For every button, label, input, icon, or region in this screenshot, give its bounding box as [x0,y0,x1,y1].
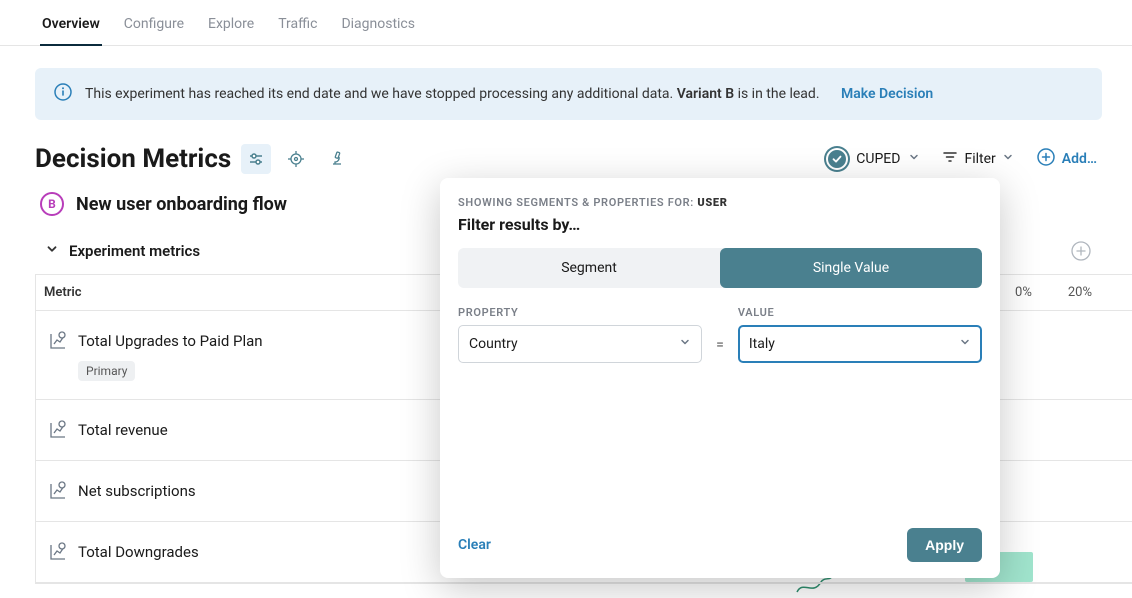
property-label: PROPERTY [458,306,702,319]
chevron-down-icon [959,336,971,352]
metric-name: Total Upgrades to Paid Plan [78,332,263,350]
mode-single-value[interactable]: Single Value [720,248,982,288]
equals-sign: = [716,337,724,363]
metric-icon [48,481,68,501]
chevron-down-icon [1002,151,1014,167]
primary-badge: Primary [78,361,135,381]
grid-tick-20: 20% [1068,285,1092,300]
plus-circle-icon [1036,147,1056,171]
filter-label: Filter [964,151,995,167]
metric-col-header: Metric [44,285,82,300]
metric-icon [48,420,68,440]
flow-title: New user onboarding flow [76,194,287,215]
filter-mode-toggle: Segment Single Value [458,248,982,288]
popover-title: Filter results by… [458,215,982,234]
variant-badge: B [40,192,64,216]
tab-configure[interactable]: Configure [122,10,186,46]
microscope-icon[interactable] [321,144,351,174]
tab-overview[interactable]: Overview [40,10,102,46]
popover-context-label: SHOWING SEGMENTS & PROPERTIES FOR: USER [458,196,982,209]
property-value: Country [469,336,518,352]
metric-name: Total revenue [78,421,168,439]
top-tabs: Overview Configure Explore Traffic Diagn… [0,0,1132,46]
chevron-down-icon [908,151,920,167]
tab-diagnostics[interactable]: Diagnostics [339,10,417,46]
chevron-down-icon [45,242,59,260]
tab-explore[interactable]: Explore [206,10,256,46]
metric-name: Net subscriptions [78,482,196,500]
grid-tick-0: 0% [1015,285,1032,300]
chevron-down-icon [679,336,691,352]
metric-icon [48,331,68,351]
check-icon [826,148,848,170]
info-banner: This experiment has reached its end date… [35,68,1102,120]
lead-variant: Variant B [677,86,734,102]
section-toggle[interactable]: Experiment metrics [45,242,200,260]
section-title: Experiment metrics [69,242,200,260]
add-button[interactable]: Add… [1036,147,1097,171]
filter-button[interactable]: Filter [942,149,1013,169]
page-title: Decision Metrics [35,144,231,174]
add-label: Add… [1062,151,1097,167]
make-decision-link[interactable]: Make Decision [841,86,933,102]
cuped-toggle[interactable]: CUPED [826,148,920,170]
apply-button[interactable]: Apply [907,528,982,562]
target-icon[interactable] [281,144,311,174]
value-value: Italy [749,336,775,352]
mode-segment[interactable]: Segment [458,248,720,288]
filter-popover: SHOWING SEGMENTS & PROPERTIES FOR: USER … [440,178,1000,578]
tab-traffic[interactable]: Traffic [276,10,319,46]
info-icon [53,82,73,106]
value-select[interactable]: Italy [738,325,982,363]
chart-settings-icon[interactable] [241,144,271,174]
property-select[interactable]: Country [458,325,702,363]
clear-button[interactable]: Clear [458,537,491,553]
cuped-label: CUPED [856,151,900,167]
metric-icon [48,542,68,562]
metric-name: Total Downgrades [78,543,199,561]
value-label: VALUE [738,306,982,319]
add-metric-button[interactable] [1070,240,1092,262]
banner-text: This experiment has reached its end date… [85,86,933,102]
filter-icon [942,149,958,169]
